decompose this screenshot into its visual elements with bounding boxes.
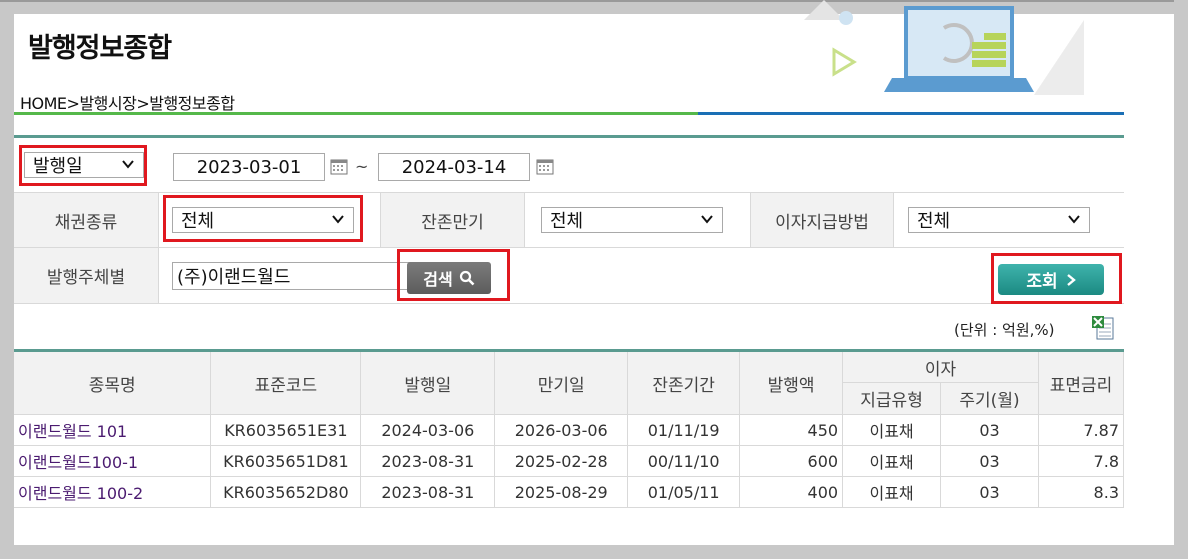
table-row: 이랜드월드 100-2 KR6035652D80 2023-08-31 2025… [14, 476, 1125, 508]
col-header-interest: 이자 [842, 350, 1039, 383]
date-from-input[interactable]: 2023-03-01 [173, 153, 325, 181]
cell-coupon: 7.87 [1037, 414, 1125, 446]
cell-coupon: 7.8 [1037, 445, 1125, 477]
header-divider-blue [698, 112, 1124, 115]
interest-method-label: 이자지급방법 [750, 193, 894, 247]
cell-issue-date: 2023-08-31 [360, 445, 496, 477]
bond-name-link[interactable]: 이랜드월드 100-2 [14, 476, 212, 508]
header-illustration [804, 0, 1084, 95]
calendar-icon[interactable] [536, 158, 554, 175]
cell-code: KR6035651D81 [210, 445, 362, 477]
interest-method-value: 전체 [917, 211, 951, 232]
remaining-value: 전체 [550, 211, 584, 232]
unit-label: (단위 : 억원,%) [954, 321, 1055, 339]
cell-code: KR6035652D80 [210, 476, 362, 508]
chevron-down-icon [701, 215, 713, 224]
issuer-input[interactable]: (주)이랜드월드 [172, 262, 410, 290]
cell-remaining: 01/11/19 [627, 414, 741, 446]
col-header-issue-date: 발행일 [360, 350, 496, 415]
col-header-maturity: 만기일 [494, 350, 629, 415]
issuer-label: 발행주체별 [14, 248, 159, 303]
cell-maturity: 2025-08-29 [494, 476, 629, 508]
breadcrumb[interactable]: HOME>발행시장>발행정보종합 [20, 90, 235, 114]
col-header-code: 표준코드 [210, 350, 362, 415]
date-to-input[interactable]: 2024-03-14 [378, 153, 530, 181]
highlight-query-button [991, 253, 1122, 304]
remaining-select[interactable]: 전체 [541, 207, 723, 233]
bond-type-label: 채권종류 [14, 193, 159, 247]
col-header-amount: 발행액 [739, 350, 844, 415]
bond-filter-row: 채권종류 전체 잔존만기 전체 이자지급방법 전체 [14, 193, 1124, 248]
interest-method-select[interactable]: 전체 [908, 207, 1090, 233]
issuer-row: 발행주체별 (주)이랜드월드 [14, 248, 1124, 304]
cell-amount: 600 [739, 445, 844, 477]
cell-period: 03 [940, 476, 1039, 508]
results-table: 종목명 표준코드 발행일 만기일 잔존기간 발행액 이자 표면금리 지급유형 주… [14, 349, 1125, 508]
cell-issue-date: 2024-03-06 [360, 414, 496, 446]
col-header-pay-type: 지급유형 [842, 382, 942, 415]
window-right-margin [1174, 0, 1188, 559]
cell-period: 03 [940, 445, 1039, 477]
cell-issue-date: 2023-08-31 [360, 476, 496, 508]
cell-coupon: 8.3 [1037, 476, 1125, 508]
date-separator: ~ [355, 157, 369, 176]
chevron-down-icon [1068, 215, 1080, 224]
page-content: 발행정보종합 HOME>발행시장>발행정보종합 발행일 2023-03-01 ~… [14, 0, 1174, 545]
date-row: 발행일 2023-03-01 ~ 2024-03-14 [14, 138, 1124, 193]
cell-code: KR6035651E31 [210, 414, 362, 446]
cell-maturity: 2026-03-06 [494, 414, 629, 446]
col-header-coupon: 표면금리 [1037, 350, 1125, 415]
col-header-period: 주기(월) [940, 382, 1039, 415]
table-row: 이랜드월드 101 KR6035651E31 2024-03-06 2026-0… [14, 414, 1125, 446]
remaining-label: 잔존만기 [380, 193, 525, 247]
highlight-search-button [397, 249, 510, 301]
search-form: 발행일 2023-03-01 ~ 2024-03-14 채권종류 전체 잔존만기… [14, 135, 1124, 304]
cell-remaining: 00/11/10 [627, 445, 741, 477]
excel-download-icon[interactable] [1091, 315, 1115, 341]
cell-maturity: 2025-02-28 [494, 445, 629, 477]
cell-pay-type: 이표채 [842, 476, 942, 508]
table-row: 이랜드월드100-1 KR6035651D81 2023-08-31 2025-… [14, 445, 1125, 477]
calendar-icon[interactable] [330, 158, 348, 175]
bond-name-link[interactable]: 이랜드월드 101 [14, 414, 212, 446]
cell-pay-type: 이표채 [842, 414, 942, 446]
cell-amount: 400 [739, 476, 844, 508]
cell-amount: 450 [739, 414, 844, 446]
col-header-remaining: 잔존기간 [627, 350, 741, 415]
page-title: 발행정보종합 [28, 33, 172, 64]
bond-name-link[interactable]: 이랜드월드100-1 [14, 445, 212, 477]
cell-remaining: 01/05/11 [627, 476, 741, 508]
cell-pay-type: 이표채 [842, 445, 942, 477]
cell-period: 03 [940, 414, 1039, 446]
header-divider-green [14, 112, 698, 115]
col-header-name: 종목명 [14, 350, 212, 415]
highlight-date-type [19, 145, 147, 186]
highlight-bond-type [163, 195, 363, 242]
